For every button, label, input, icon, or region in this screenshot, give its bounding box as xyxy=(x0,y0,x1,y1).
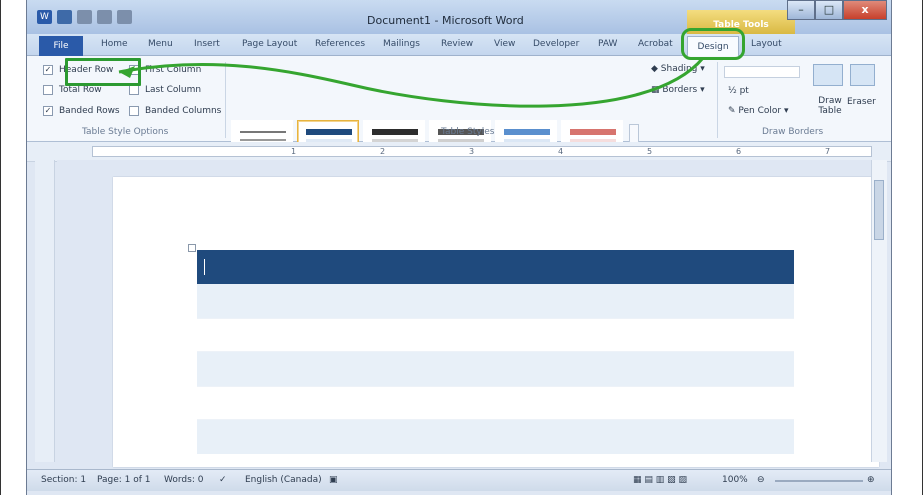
design-tab-highlight xyxy=(681,28,745,60)
borders-label: Borders xyxy=(662,85,698,95)
tab-developer[interactable]: Developer xyxy=(533,39,579,49)
tab-paw[interactable]: PAW xyxy=(598,39,617,49)
word-count[interactable]: Words: 0 xyxy=(164,475,203,485)
table-row[interactable] xyxy=(197,284,794,318)
eraser-button[interactable]: Eraser xyxy=(847,97,876,107)
tab-page-layout[interactable]: Page Layout xyxy=(242,39,297,49)
checkbox-checked: ✓ xyxy=(43,106,53,116)
checkbox-empty xyxy=(129,85,139,95)
save-icon[interactable] xyxy=(57,10,72,24)
banded-columns-checkbox[interactable]: Banded Columns xyxy=(129,106,221,116)
ruler-number: 2 xyxy=(380,147,386,156)
title-bar: W Document1 - Microsoft Word Table Tools… xyxy=(27,0,891,34)
redo-icon[interactable] xyxy=(97,10,112,24)
ruler-track: 1 2 3 4 5 6 7 xyxy=(92,146,872,157)
table-move-handle-icon[interactable] xyxy=(188,244,196,252)
tab-menu[interactable]: Menu xyxy=(148,39,173,49)
tab-references[interactable]: References xyxy=(315,39,365,49)
total-row-label: Total Row xyxy=(59,85,102,95)
word-app-icon[interactable]: W xyxy=(37,10,52,24)
view-buttons[interactable]: ▦ ▤ ▥ ▧ ▨ xyxy=(633,475,687,485)
quick-access-toolbar: W xyxy=(37,10,132,24)
zoom-slider[interactable] xyxy=(775,480,863,482)
total-row-checkbox[interactable]: Total Row xyxy=(43,85,102,95)
table-style-options-label: Table Style Options xyxy=(82,127,169,137)
line-weight-dropdown[interactable]: ½ pt xyxy=(728,86,749,96)
table-styles-label: Table Styles xyxy=(441,127,495,137)
shading-label: Shading xyxy=(660,64,698,74)
close-button[interactable]: x xyxy=(843,0,887,20)
table-row[interactable] xyxy=(197,420,794,454)
banded-rows-checkbox[interactable]: ✓ Banded Rows xyxy=(43,106,120,116)
table-row[interactable] xyxy=(197,352,794,386)
minimize-button[interactable]: – xyxy=(787,0,815,20)
draw-borders-label: Draw Borders xyxy=(762,127,824,137)
ribbon-tabs: Home Menu Insert Page Layout References … xyxy=(27,34,891,56)
maximize-button[interactable]: □ xyxy=(815,0,843,20)
text-cursor xyxy=(204,259,205,275)
tab-home[interactable]: Home xyxy=(101,39,128,49)
page-indicator[interactable]: Page: 1 of 1 xyxy=(97,475,151,485)
table-header-row[interactable] xyxy=(197,250,794,284)
window-title: Document1 - Microsoft Word xyxy=(367,14,524,27)
eraser-icon[interactable] xyxy=(850,64,875,86)
language-indicator[interactable]: English (Canada) xyxy=(245,475,322,485)
last-column-checkbox[interactable]: Last Column xyxy=(129,85,201,95)
draw-table-button[interactable]: Draw Table xyxy=(813,96,847,116)
scroll-thumb[interactable] xyxy=(874,180,884,240)
group-separator xyxy=(225,62,226,138)
banded-rows-label: Banded Rows xyxy=(59,106,120,116)
ruler-number: 5 xyxy=(647,147,653,156)
tab-file[interactable]: File xyxy=(39,36,83,56)
vertical-ruler xyxy=(35,160,55,462)
customize-icon[interactable] xyxy=(117,10,132,24)
line-weight-label: ½ pt xyxy=(728,86,749,96)
undo-icon[interactable] xyxy=(77,10,92,24)
window-controls: – □ x xyxy=(787,0,887,20)
status-bar: Section: 1 Page: 1 of 1 Words: 0 ✓ Engli… xyxy=(27,469,891,491)
checkbox-empty xyxy=(129,106,139,116)
line-style-dropdown[interactable] xyxy=(724,66,800,78)
proofing-icon[interactable]: ✓ xyxy=(219,475,227,485)
checkbox-checked: ✓ xyxy=(43,65,53,75)
zoom-out-icon[interactable]: ⊖ xyxy=(757,475,765,485)
tab-view[interactable]: View xyxy=(494,39,515,49)
group-separator xyxy=(717,62,718,138)
section-indicator[interactable]: Section: 1 xyxy=(41,475,86,485)
tab-review[interactable]: Review xyxy=(441,39,473,49)
zoom-in-icon[interactable]: ⊕ xyxy=(867,475,875,485)
word-window: W Document1 - Microsoft Word Table Tools… xyxy=(26,0,892,495)
first-column-label: First Column xyxy=(145,65,202,75)
ruler-number: 7 xyxy=(825,147,831,156)
table-row[interactable] xyxy=(197,386,794,420)
macro-icon[interactable]: ▣ xyxy=(329,475,338,485)
tab-layout[interactable]: Layout xyxy=(751,39,782,49)
header-row-highlight xyxy=(65,58,141,86)
pen-color-button[interactable]: ✎ Pen Color ▾ xyxy=(728,106,789,116)
zoom-level[interactable]: 100% xyxy=(722,475,748,485)
vertical-scrollbar[interactable] xyxy=(871,160,887,462)
tab-acrobat[interactable]: Acrobat xyxy=(638,39,673,49)
last-column-label: Last Column xyxy=(145,85,202,95)
table-row[interactable] xyxy=(197,318,794,352)
shading-button[interactable]: ◆ Shading ▾ xyxy=(651,64,705,74)
pen-color-label: Pen Color xyxy=(738,106,782,116)
banded-columns-label: Banded Columns xyxy=(145,106,222,116)
ribbon: ✓ Header Row First Column Total Row Last… xyxy=(27,56,891,168)
borders-button[interactable]: ▦ Borders ▾ xyxy=(651,85,705,95)
document-canvas xyxy=(57,160,879,467)
draw-table-icon[interactable] xyxy=(813,64,843,86)
ruler-number: 4 xyxy=(558,147,564,156)
ruler-number: 1 xyxy=(291,147,297,156)
horizontal-ruler: 1 2 3 4 5 6 7 xyxy=(27,142,891,162)
ruler-number: 3 xyxy=(469,147,475,156)
tab-mailings[interactable]: Mailings xyxy=(383,39,420,49)
checkbox-empty xyxy=(43,85,53,95)
document-page[interactable] xyxy=(113,177,879,467)
tab-insert[interactable]: Insert xyxy=(194,39,220,49)
ruler-number: 6 xyxy=(736,147,742,156)
